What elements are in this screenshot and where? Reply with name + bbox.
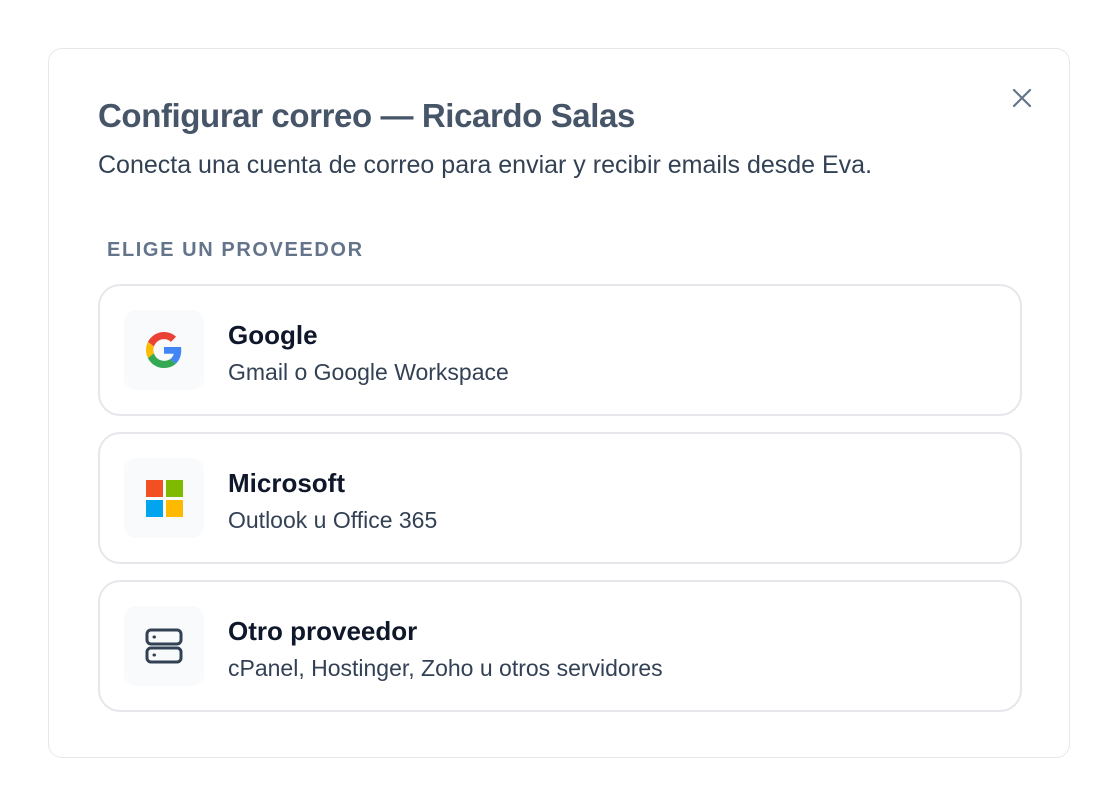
- microsoft-logo-icon: [145, 479, 183, 517]
- provider-icon-box: [124, 606, 204, 686]
- google-logo-icon: [146, 332, 182, 368]
- dialog-title: Configurar correo — Ricardo Salas: [98, 97, 635, 134]
- provider-description: Outlook u Office 365: [228, 507, 438, 533]
- provider-option-other[interactable]: Otro proveedor cPanel, Hostinger, Zoho u…: [98, 580, 1022, 712]
- close-button[interactable]: [1007, 83, 1037, 113]
- provider-description: Gmail o Google Workspace: [228, 359, 509, 385]
- section-label: ELIGE UN PROVEEDOR: [107, 239, 364, 261]
- provider-name: Microsoft: [228, 468, 345, 498]
- provider-option-google[interactable]: Google Gmail o Google Workspace: [98, 284, 1022, 416]
- close-icon: [1012, 88, 1032, 108]
- provider-description: cPanel, Hostinger, Zoho u otros servidor…: [228, 655, 663, 681]
- provider-icon-box: [124, 458, 204, 538]
- provider-icon-box: [124, 310, 204, 390]
- provider-name: Otro proveedor: [228, 616, 418, 646]
- server-icon: [145, 628, 183, 664]
- provider-name: Google: [228, 320, 318, 350]
- dialog-subtitle: Conecta una cuenta de correo para enviar…: [98, 151, 873, 179]
- configure-email-dialog: Configurar correo — Ricardo Salas Conect…: [48, 48, 1070, 758]
- provider-option-microsoft[interactable]: Microsoft Outlook u Office 365: [98, 432, 1022, 564]
